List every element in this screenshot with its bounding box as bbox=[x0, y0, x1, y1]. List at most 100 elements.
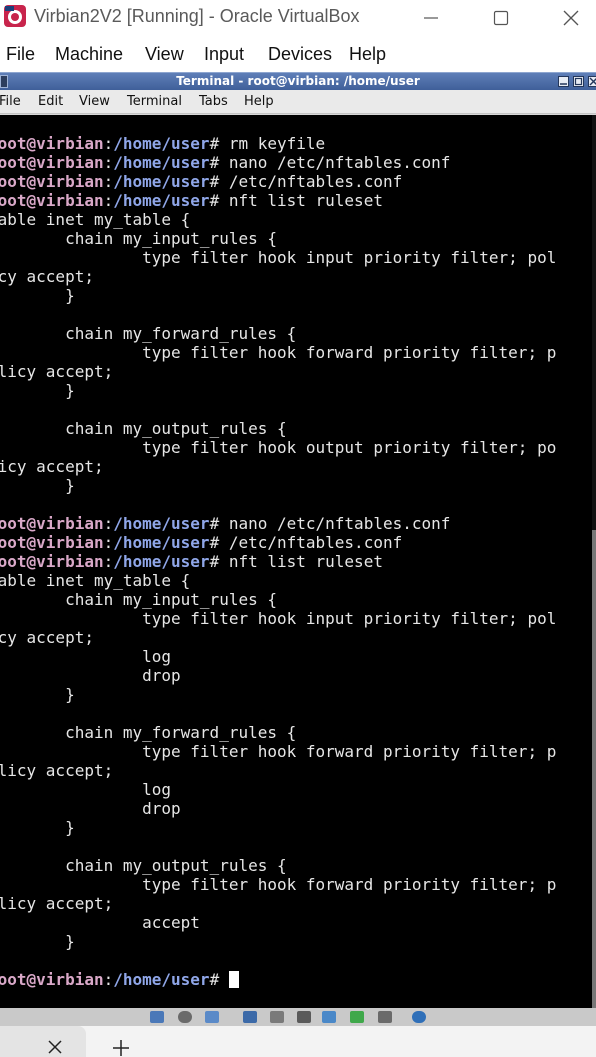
terminal-titlebar[interactable]: Terminal - root@virbian: /home/user bbox=[0, 72, 596, 90]
prompt-symbol: # bbox=[209, 552, 229, 571]
output-line: drop bbox=[0, 799, 181, 818]
network-icon[interactable] bbox=[243, 1011, 257, 1023]
output-line: chain my_forward_rules { bbox=[0, 324, 297, 343]
recording-icon[interactable] bbox=[350, 1011, 364, 1023]
plus-icon[interactable] bbox=[110, 1037, 132, 1057]
output-line: chain my_input_rules { bbox=[0, 590, 277, 609]
vm-menubar: File Machine View Input Devices Help bbox=[0, 36, 596, 72]
prompt-line: root@virbian:/home/user# /etc/nftables.c… bbox=[0, 533, 556, 552]
output-line: type filter hook input priority filter; … bbox=[0, 609, 557, 628]
output-line: accept bbox=[0, 913, 200, 932]
terminal-menu-file[interactable]: File bbox=[0, 94, 21, 109]
menu-file[interactable]: File bbox=[6, 44, 35, 65]
prompt-symbol: # bbox=[209, 134, 229, 153]
taskbar-tab[interactable] bbox=[0, 1026, 86, 1057]
host-key-icon[interactable] bbox=[412, 1011, 426, 1023]
minimize-button[interactable] bbox=[396, 0, 466, 36]
prompt-separator: : bbox=[103, 153, 114, 172]
prompt-path: /home/user bbox=[113, 153, 210, 172]
virtualbox-icon bbox=[4, 5, 26, 27]
command-text: rm keyfile bbox=[228, 134, 326, 153]
prompt-line: root@virbian:/home/user# nft list rulese… bbox=[0, 191, 556, 210]
output-line: icy accept; bbox=[0, 267, 94, 286]
output-line: } bbox=[65, 476, 75, 495]
guest-display[interactable]: Terminal - root@virbian: /home/user File… bbox=[0, 72, 596, 1010]
prompt-user: root@virbian bbox=[0, 134, 104, 153]
prompt-line: root@virbian:/home/user# nano /etc/nftab… bbox=[0, 514, 556, 533]
output-line: } bbox=[65, 685, 75, 704]
terminal-lines: root@virbian:/home/user# rm keyfileroot@… bbox=[0, 134, 556, 989]
hard-disk-icon[interactable] bbox=[150, 1011, 164, 1023]
menu-help[interactable]: Help bbox=[349, 44, 386, 65]
terminal-output[interactable]: root@virbian:/home/user# rm keyfileroot@… bbox=[0, 115, 596, 1008]
terminal-menu-terminal[interactable]: Terminal bbox=[127, 94, 182, 109]
menu-view[interactable]: View bbox=[145, 44, 184, 65]
output-line: table inet my_table { bbox=[0, 210, 191, 229]
prompt-symbol: # bbox=[209, 191, 229, 210]
terminal-minimize-button[interactable] bbox=[558, 76, 569, 87]
prompt-path: /home/user bbox=[113, 970, 210, 989]
command-text: nano /etc/nftables.conf bbox=[228, 153, 451, 172]
output-line: type filter hook forward priority filter… bbox=[0, 343, 557, 362]
prompt-separator: : bbox=[103, 172, 114, 191]
output-line: type filter hook output priority filter;… bbox=[0, 438, 557, 457]
prompt-user: root@virbian bbox=[0, 552, 104, 571]
prompt-separator: : bbox=[103, 533, 114, 552]
minimize-icon bbox=[560, 83, 567, 85]
maximize-icon bbox=[493, 10, 509, 26]
terminal-menu-help[interactable]: Help bbox=[244, 94, 274, 109]
optical-drive-icon[interactable] bbox=[178, 1011, 192, 1023]
shared-folders-icon[interactable] bbox=[297, 1011, 311, 1023]
close-icon[interactable] bbox=[45, 1037, 65, 1057]
output-line: licy accept; bbox=[0, 457, 104, 476]
output-line: chain my_input_rules { bbox=[0, 229, 277, 248]
prompt-path: /home/user bbox=[113, 172, 210, 191]
audio-icon[interactable] bbox=[205, 1011, 219, 1023]
menu-machine[interactable]: Machine bbox=[55, 44, 123, 65]
terminal-menu-edit[interactable]: Edit bbox=[38, 94, 63, 109]
prompt-user: root@virbian bbox=[0, 172, 104, 191]
close-icon bbox=[589, 77, 596, 86]
text-cursor bbox=[228, 971, 239, 988]
close-button[interactable] bbox=[536, 0, 596, 36]
prompt-path: /home/user bbox=[113, 533, 210, 552]
prompt-separator: : bbox=[103, 514, 114, 533]
terminal-menu-tabs[interactable]: Tabs bbox=[199, 94, 228, 109]
minimize-icon bbox=[424, 17, 438, 19]
terminal-close-button[interactable] bbox=[588, 76, 596, 87]
terminal-menu-view[interactable]: View bbox=[79, 94, 110, 109]
terminal-maximize-button[interactable] bbox=[573, 76, 584, 87]
output-line: log bbox=[0, 780, 172, 799]
terminal-menubar: File Edit View Terminal Tabs Help bbox=[0, 90, 596, 114]
prompt-user: root@virbian bbox=[0, 191, 104, 210]
host-titlebar: Virbian2V2 [Running] - Oracle VirtualBox bbox=[0, 0, 596, 36]
output-line: drop bbox=[0, 666, 181, 685]
prompt-line: root@virbian:/home/user# nft list rulese… bbox=[0, 552, 556, 571]
command-text: nft list ruleset bbox=[228, 191, 383, 210]
terminal-title: Terminal - root@virbian: /home/user bbox=[176, 74, 420, 88]
command-text: nft list ruleset bbox=[228, 552, 383, 571]
prompt-user: root@virbian bbox=[0, 970, 104, 989]
maximize-button[interactable] bbox=[466, 0, 536, 36]
output-line: log bbox=[0, 647, 172, 666]
menu-input[interactable]: Input bbox=[204, 44, 244, 65]
host-taskbar bbox=[0, 1026, 596, 1057]
output-line: table inet my_table { bbox=[0, 571, 191, 590]
prompt-separator: : bbox=[103, 552, 114, 571]
output-line: olicy accept; bbox=[0, 362, 114, 381]
cpu-icon[interactable] bbox=[378, 1011, 392, 1023]
output-line: chain my_output_rules { bbox=[0, 856, 287, 875]
scrollbar-thumb[interactable] bbox=[592, 530, 596, 1008]
prompt-line: root@virbian:/home/user# bbox=[0, 970, 556, 989]
maximize-icon bbox=[574, 77, 583, 86]
usb-icon[interactable] bbox=[270, 1011, 284, 1023]
display-icon[interactable] bbox=[322, 1011, 336, 1023]
menu-devices[interactable]: Devices bbox=[268, 44, 332, 65]
prompt-path: /home/user bbox=[113, 514, 210, 533]
terminal-scrollbar[interactable] bbox=[592, 115, 596, 1008]
output-line: type filter hook forward priority filter… bbox=[0, 875, 557, 894]
output-line: type filter hook input priority filter; … bbox=[0, 248, 557, 267]
